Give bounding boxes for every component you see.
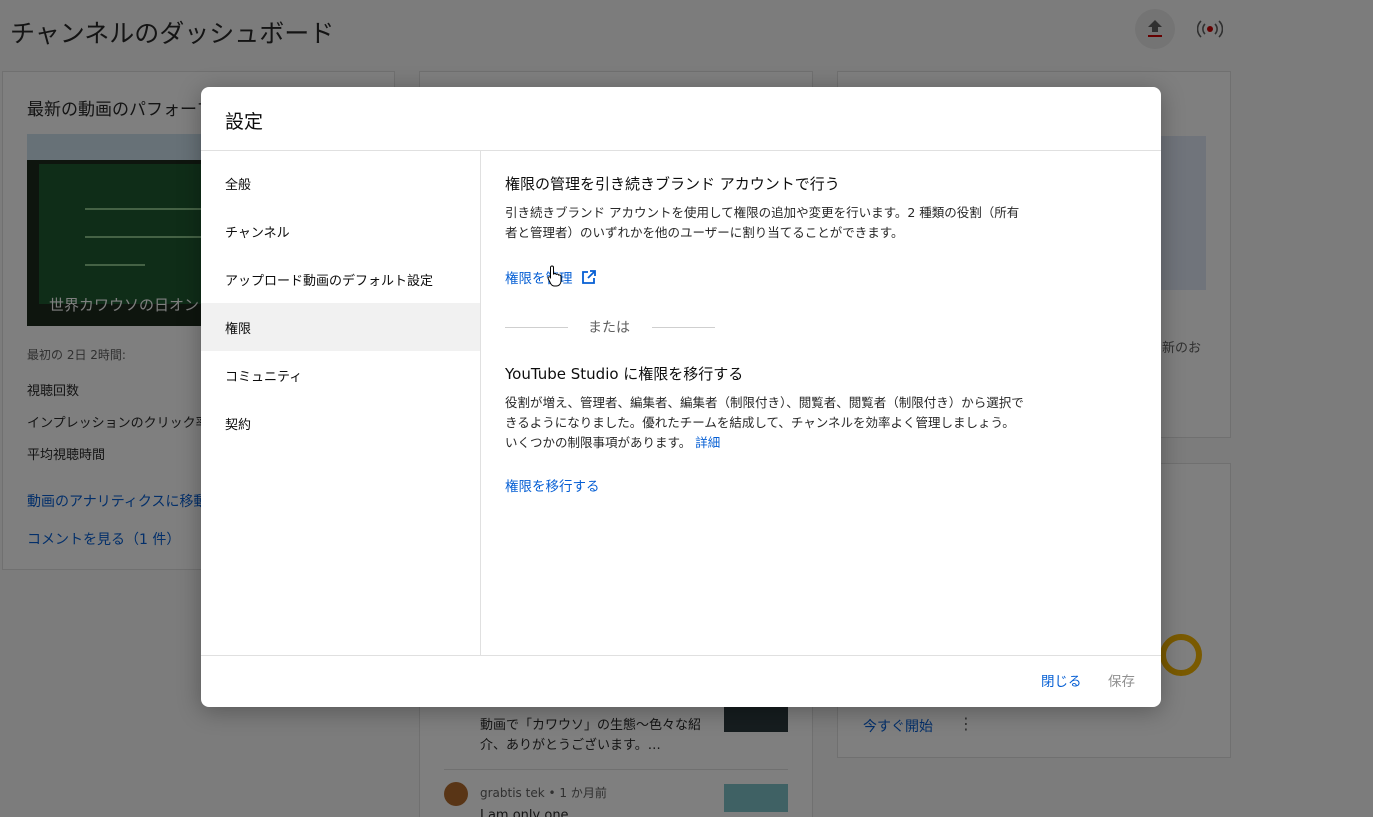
settings-nav: 全般 チャンネル アップロード動画のデフォルト設定 権限 コミュニティ 契約	[201, 151, 481, 656]
settings-dialog: 設定 全般 チャンネル アップロード動画のデフォルト設定 権限 コミュニティ 契…	[201, 87, 1161, 707]
migrate-description-text: 役割が増え、管理者、編集者、編集者（制限付き）、閲覧者、閲覧者（制限付き）から選…	[505, 395, 1024, 450]
nav-item-community[interactable]: コミュニティ	[201, 351, 480, 399]
migrate-permissions-link[interactable]: 権限を移行する	[505, 475, 600, 495]
dialog-header: 設定	[201, 87, 1161, 151]
external-link-icon	[581, 270, 596, 284]
brand-account-description: 引き続きブランド アカウントを使用して権限の追加や変更を行います。2 種類の役割…	[505, 205, 1020, 240]
dialog-footer: 閉じる 保存	[201, 655, 1161, 707]
nav-item-agreements[interactable]: 契約	[201, 399, 480, 447]
or-text: または	[588, 320, 630, 336]
or-divider: または	[505, 317, 715, 337]
nav-item-general[interactable]: 全般	[201, 159, 480, 207]
divider-line	[652, 327, 715, 328]
dialog-title: 設定	[225, 111, 264, 133]
migrate-description: 役割が増え、管理者、編集者、編集者（制限付き）、閲覧者、閲覧者（制限付き）から選…	[505, 393, 1025, 453]
divider-line	[505, 327, 568, 328]
migrate-title: YouTube Studio に権限を移行する	[505, 365, 744, 383]
details-link[interactable]: 詳細	[695, 435, 720, 450]
hand-cursor-icon	[547, 265, 562, 287]
nav-item-permissions[interactable]: 権限	[201, 303, 480, 351]
save-button[interactable]: 保存	[1108, 670, 1135, 690]
nav-item-upload-defaults[interactable]: アップロード動画のデフォルト設定	[201, 255, 480, 303]
close-button[interactable]: 閉じる	[1041, 670, 1082, 690]
brand-account-title: 権限の管理を引き続きブランド アカウントで行う	[505, 175, 840, 193]
nav-item-channel[interactable]: チャンネル	[201, 207, 480, 255]
